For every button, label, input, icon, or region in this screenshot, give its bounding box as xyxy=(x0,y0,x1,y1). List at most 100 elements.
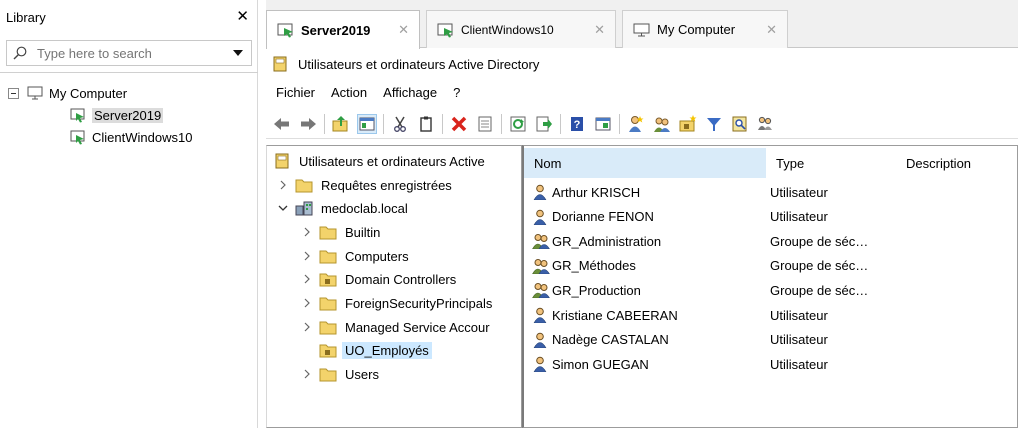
cell-name: Dorianne FENON xyxy=(524,209,766,225)
cell-type: Groupe de séc… xyxy=(770,282,869,298)
cell-name: Simon GUEGAN xyxy=(524,356,766,373)
dropdown-arrow-icon[interactable] xyxy=(233,50,243,56)
menu-action[interactable]: Action xyxy=(331,85,367,100)
tree-item-builtin[interactable]: Builtin xyxy=(301,221,380,243)
menu-help[interactable]: ? xyxy=(453,85,460,100)
library-title: Library xyxy=(6,10,46,25)
list-item[interactable]: GR_Administration Groupe de séc… xyxy=(524,229,1017,253)
chevron-right-icon[interactable] xyxy=(301,226,313,238)
new-group-button[interactable] xyxy=(652,114,672,134)
chevron-right-icon[interactable] xyxy=(301,368,313,380)
list-item[interactable]: Simon GUEGAN Utilisateur xyxy=(524,352,1017,376)
refresh-button[interactable] xyxy=(508,114,528,134)
show-view-button[interactable] xyxy=(593,114,613,134)
export-list-button[interactable] xyxy=(534,114,554,134)
tree-label: Builtin xyxy=(345,224,381,240)
list-item[interactable]: Dorianne FENON Utilisateur xyxy=(524,205,1017,229)
tree-item-computers[interactable]: Computers xyxy=(301,245,409,267)
list-item[interactable]: GR_Production Groupe de séc… xyxy=(524,278,1017,302)
tab-close-button[interactable]: ✕ xyxy=(766,22,777,38)
column-header-nom[interactable]: Nom xyxy=(524,148,766,178)
library-item-my-computer[interactable]: My Computer xyxy=(0,82,256,104)
tree-item-domain[interactable]: medoclab.local xyxy=(277,197,408,219)
filter-icon xyxy=(707,117,721,131)
tab-clientwindows10[interactable]: ClientWindows10 ✕ xyxy=(426,10,616,48)
library-item-clientwindows10[interactable]: ClientWindows10 xyxy=(0,126,256,148)
library-close-button[interactable]: ✕ xyxy=(236,9,249,24)
toolbar-separator xyxy=(619,113,620,134)
column-header-description[interactable]: Description xyxy=(896,148,1017,178)
item-name: Dorianne FENON xyxy=(552,209,654,225)
tree-label: Requêtes enregistrées xyxy=(321,177,452,193)
chevron-right-icon[interactable] xyxy=(301,321,313,333)
new-ou-button[interactable] xyxy=(678,114,698,134)
tree-root[interactable]: Utilisateurs et ordinateurs Active xyxy=(273,150,485,172)
chevron-right-icon[interactable] xyxy=(301,273,313,285)
show-hide-tree-button[interactable] xyxy=(357,113,377,134)
folder-icon xyxy=(319,250,337,264)
toolbar-separator xyxy=(324,113,325,134)
user-icon xyxy=(533,209,547,225)
tab-label: ClientWindows10 xyxy=(461,22,554,37)
tree-label: UO_Employés xyxy=(342,341,432,359)
cell-name: GR_Production xyxy=(524,282,766,299)
tree-label: Managed Service Accour xyxy=(345,319,490,335)
library-search-box[interactable] xyxy=(6,40,252,66)
toolbar-separator xyxy=(383,113,384,134)
arrow-right-icon xyxy=(301,117,316,130)
chevron-down-icon[interactable] xyxy=(277,202,289,214)
delete-button[interactable] xyxy=(449,114,469,134)
monitor-icon xyxy=(27,86,43,100)
tree-item-managed-service-accounts[interactable]: Managed Service Accour xyxy=(301,316,490,338)
filter-button[interactable] xyxy=(704,114,724,134)
tree-item-saved-queries[interactable]: Requêtes enregistrées xyxy=(277,174,452,196)
list-item[interactable]: Nadège CASTALAN Utilisateur xyxy=(524,328,1017,352)
menu-affichage[interactable]: Affichage xyxy=(383,85,437,100)
user-icon xyxy=(533,307,547,323)
new-user-button[interactable] xyxy=(626,114,646,134)
add-to-group-button[interactable] xyxy=(756,114,776,134)
properties-button[interactable] xyxy=(475,114,495,134)
window-title-text: Utilisateurs et ordinateurs Active Direc… xyxy=(298,56,540,72)
tab-server2019[interactable]: Server2019 ✕ xyxy=(266,10,420,49)
aduc-window: Utilisateurs et ordinateurs Active Direc… xyxy=(266,49,1018,428)
help-button[interactable]: ? xyxy=(567,114,587,134)
collapse-icon[interactable] xyxy=(8,87,19,99)
library-item-server2019[interactable]: Server2019 xyxy=(0,104,256,126)
cut-button[interactable] xyxy=(390,114,410,134)
forward-button[interactable] xyxy=(298,114,318,134)
tab-label: Server2019 xyxy=(301,22,371,38)
chevron-right-icon[interactable] xyxy=(277,179,289,191)
tab-my-computer[interactable]: My Computer ✕ xyxy=(622,10,788,48)
tree-item-domain-controllers[interactable]: Domain Controllers xyxy=(301,268,456,290)
tree-item-users[interactable]: Users xyxy=(301,363,379,385)
tab-close-button[interactable]: ✕ xyxy=(594,22,605,38)
new-group-icon xyxy=(654,117,670,132)
list-item[interactable]: Kristiane CABEERAN Utilisateur xyxy=(524,303,1017,327)
export-icon xyxy=(536,116,552,131)
back-button[interactable] xyxy=(272,114,292,134)
find-button[interactable] xyxy=(730,114,750,134)
library-search-input[interactable] xyxy=(37,45,233,61)
directory-book-icon xyxy=(275,153,289,169)
details-list: Nom Type Description Arthur KRISCH Utilis… xyxy=(522,145,1018,428)
chevron-right-icon[interactable] xyxy=(301,250,313,262)
item-name: GR_Méthodes xyxy=(552,258,636,274)
column-header-type[interactable]: Type xyxy=(766,148,896,178)
menu-fichier[interactable]: Fichier xyxy=(276,85,315,100)
cell-name: Kristiane CABEERAN xyxy=(524,307,766,323)
tree-item-foreign-security-principals[interactable]: ForeignSecurityPrincipals xyxy=(301,292,492,314)
folder-icon xyxy=(319,368,337,382)
delete-x-icon xyxy=(451,116,467,131)
copy-button[interactable] xyxy=(416,114,436,134)
toolbar-separator xyxy=(442,113,443,134)
item-name: Nadège CASTALAN xyxy=(552,332,669,348)
tab-close-button[interactable]: ✕ xyxy=(398,22,409,38)
list-item[interactable]: Arthur KRISCH Utilisateur xyxy=(524,180,1017,204)
cell-name: Nadège CASTALAN xyxy=(524,332,766,348)
chevron-right-icon[interactable] xyxy=(301,297,313,309)
list-item[interactable]: GR_Méthodes Groupe de séc… xyxy=(524,254,1017,278)
tree-item-uo-employes[interactable]: UO_Employés xyxy=(319,339,432,361)
add-to-group-icon xyxy=(758,116,772,130)
up-folder-button[interactable] xyxy=(331,114,351,134)
